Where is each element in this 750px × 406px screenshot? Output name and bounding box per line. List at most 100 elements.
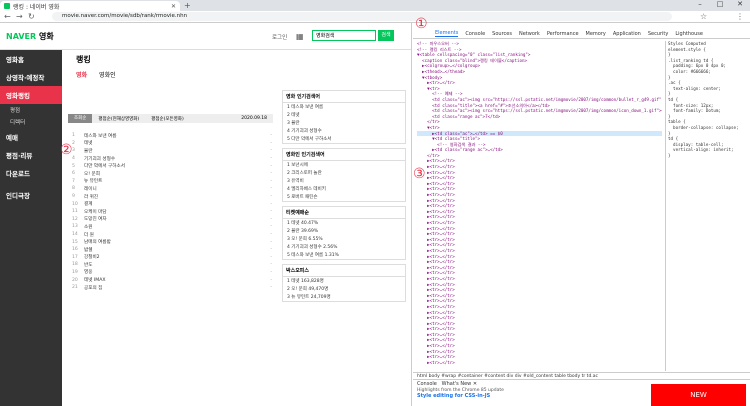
devtools-tab[interactable]: Network: [519, 31, 540, 37]
movie-title[interactable]: 도망친 여자: [84, 216, 258, 222]
movie-title[interactable]: 라 퀴진: [84, 194, 258, 200]
side-panel-item[interactable]: 1 테스와 보낸 여름: [283, 103, 405, 111]
devtools-tab[interactable]: Lighthouse: [675, 31, 703, 37]
side-panel-item[interactable]: 3 뮬란: [283, 119, 405, 127]
table-row[interactable]: 8 레이니 -: [72, 185, 272, 193]
movie-title[interactable]: 소원: [84, 224, 258, 230]
side-panel-item[interactable]: 3 오! 문희 6.55%: [283, 235, 405, 243]
side-panel-item[interactable]: 5 로버트 패틴슨: [283, 193, 405, 201]
movie-title[interactable]: 레이니: [84, 186, 258, 192]
grid-icon[interactable]: ▦: [296, 32, 304, 41]
maximize-button[interactable]: □: [710, 0, 730, 8]
side-panel-item[interactable]: 4 엘리자베스 데비키: [283, 185, 405, 193]
side-panel-item[interactable]: 1 테넷 163,828명: [283, 277, 405, 285]
devtools-tab[interactable]: Performance: [547, 31, 579, 37]
sidebar-item-review[interactable]: 평점·리뷰: [0, 146, 62, 164]
login-link[interactable]: 로그인: [272, 33, 287, 41]
new-tab-icon[interactable]: +: [184, 1, 191, 10]
devtools-tab[interactable]: Memory: [586, 31, 606, 37]
table-row[interactable]: 11 오케이 마담 -: [72, 208, 272, 216]
sidebar-item-screening[interactable]: 상영작·예정작: [0, 68, 62, 86]
sidebar-sub-rating[interactable]: 평점: [0, 104, 62, 116]
table-row[interactable]: 6 오! 문희 -: [72, 170, 272, 178]
dom-breadcrumb[interactable]: html body #wrap #container #content div …: [413, 372, 750, 379]
table-row[interactable]: 5 다만 악에서 구하소서 -: [72, 162, 272, 170]
side-panel-item[interactable]: 5 다만 악에서 구하소서: [283, 135, 405, 143]
devtools-tab[interactable]: Sources: [492, 31, 512, 37]
side-panel-item[interactable]: 4 기기괴괴 성형수 2.56%: [283, 243, 405, 251]
side-panel-item[interactable]: 5 테스와 보낸 여름 1.31%: [283, 251, 405, 259]
movie-title[interactable]: 밤쉘: [84, 247, 258, 253]
devtools-tab[interactable]: Application: [613, 31, 641, 37]
table-row[interactable]: 1 테스와 보낸 여름 -: [72, 132, 272, 140]
table-row[interactable]: 18 반도 -: [72, 261, 272, 269]
sidebar-sub-director[interactable]: 디렉터: [0, 116, 62, 128]
movie-title[interactable]: 뉴 뮤턴트: [84, 178, 258, 184]
table-row[interactable]: 4 기기괴괴 성형수 -: [72, 155, 272, 163]
movie-title[interactable]: 오케이 마담: [84, 209, 258, 215]
side-panel-item[interactable]: 2 뮬란 39.69%: [283, 227, 405, 235]
devtools-tab[interactable]: Elements: [435, 30, 459, 37]
browser-tab[interactable]: 랭킹 : 네이버 영화 ✕: [0, 1, 180, 11]
side-panel-item[interactable]: 3 유역비: [283, 177, 405, 185]
tab-person[interactable]: 영화인: [99, 72, 116, 79]
dom-node[interactable]: ▶<tr>…</tr>: [417, 360, 662, 366]
side-panel-item[interactable]: 4 기기괴괴 성형수: [283, 127, 405, 135]
movie-title[interactable]: 다만 악에서 구하소서: [84, 163, 258, 169]
tab-movie[interactable]: 영화: [76, 72, 87, 79]
back-icon[interactable]: ←: [4, 12, 11, 21]
reload-icon[interactable]: ↻: [28, 12, 35, 21]
side-panel-item[interactable]: 2 크리스토퍼 놀란: [283, 169, 405, 177]
side-panel-item[interactable]: 2 테넷: [283, 111, 405, 119]
movie-title[interactable]: 더 원: [84, 232, 258, 238]
dom-node[interactable]: <td class="ac"><img src="https://ssl.pst…: [417, 108, 662, 114]
dom-node[interactable]: <td class="ac"><img src="https://ssl.pst…: [417, 97, 662, 103]
devtools-tab[interactable]: Security: [648, 31, 669, 37]
table-row[interactable]: 3 뮬란 -: [72, 147, 272, 155]
star-icon[interactable]: ☆: [700, 12, 707, 21]
table-row[interactable]: 19 영웅 -: [72, 269, 272, 277]
table-row[interactable]: 7 뉴 뮤턴트 -: [72, 178, 272, 186]
movie-title[interactable]: 테스와 보낸 여름: [84, 133, 258, 139]
table-row[interactable]: 17 강철비2 -: [72, 254, 272, 262]
url-field[interactable]: movie.naver.com/movie/sdb/rank/rmovie.nh…: [52, 12, 672, 21]
sort-all-rating-button[interactable]: 평점순(모든영화): [145, 116, 190, 122]
movie-title[interactable]: 테넷 IMAX: [84, 277, 258, 283]
side-panel-item[interactable]: 2 오! 문희 49,470명: [283, 285, 405, 293]
table-row[interactable]: 20 테넷 IMAX -: [72, 276, 272, 284]
table-row[interactable]: 2 테넷 -: [72, 140, 272, 148]
movie-title[interactable]: 강철비2: [84, 254, 258, 260]
sidebar-item-booking[interactable]: 예매: [0, 128, 62, 146]
sort-view-button[interactable]: 조회순: [68, 114, 93, 123]
table-row[interactable]: 10 결계 -: [72, 200, 272, 208]
movie-title[interactable]: 영웅: [84, 269, 258, 275]
table-row[interactable]: 13 소원 -: [72, 223, 272, 231]
table-row[interactable]: 16 밤쉘 -: [72, 246, 272, 254]
side-panel-item[interactable]: 1 테넷 40.47%: [283, 219, 405, 227]
minimize-button[interactable]: –: [690, 0, 710, 8]
side-panel-item[interactable]: 1 보넌시에: [283, 161, 405, 169]
sidebar-item-ranking[interactable]: 영화랭킹: [0, 86, 62, 104]
side-panel-item[interactable]: 3 뉴 뮤턴트 24,709명: [283, 293, 405, 301]
movie-title[interactable]: 뮬란: [84, 148, 258, 154]
search-button[interactable]: 검색: [378, 30, 394, 41]
forward-icon[interactable]: →: [16, 12, 23, 21]
youtube-thumbnail[interactable]: NEW: [651, 384, 746, 406]
table-row[interactable]: 15 남매의 여름밤 -: [72, 238, 272, 246]
table-row[interactable]: 14 더 원 -: [72, 231, 272, 239]
table-row[interactable]: 21 공포의 집 -: [72, 284, 272, 292]
menu-icon[interactable]: ⋮: [736, 12, 744, 21]
movie-title[interactable]: 반도: [84, 262, 258, 268]
sort-current-rating-button[interactable]: 평점순(현재상영영화): [92, 116, 145, 122]
movie-title[interactable]: 테넷: [84, 140, 258, 146]
sidebar-item-indie[interactable]: 인디극장: [0, 186, 62, 204]
table-row[interactable]: 12 도망친 여자 -: [72, 216, 272, 224]
tab-close-icon[interactable]: ✕: [171, 3, 176, 10]
movie-title[interactable]: 기기괴괴 성형수: [84, 156, 258, 162]
movie-title[interactable]: 공포의 집: [84, 285, 258, 291]
close-button[interactable]: ✕: [730, 0, 750, 8]
sidebar-item-home[interactable]: 영화홈: [0, 50, 62, 68]
elements-tree[interactable]: <!-- 마우스오버 --> <!-- 랭킹 리스트 --> ▼<table cel…: [417, 41, 662, 371]
sidebar-item-download[interactable]: 다운로드: [0, 164, 62, 182]
search-select[interactable]: 영화검색: [312, 30, 376, 41]
